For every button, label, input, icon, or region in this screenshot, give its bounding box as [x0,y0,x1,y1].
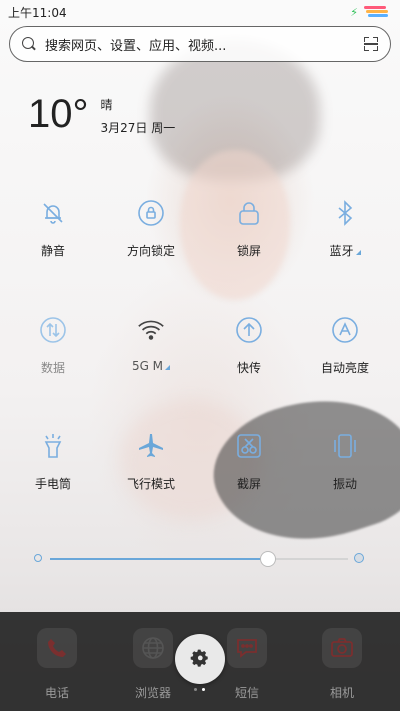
toggle-quick-transfer-label: 快传 [236,361,261,375]
quick-transfer-icon [234,315,264,345]
brightness-fill [50,558,268,560]
toggle-wifi[interactable]: 5G M [106,315,196,395]
toggle-auto-brightness-label: 自动亮度 [320,361,369,375]
toggle-vibrate[interactable]: 振动 [300,431,390,511]
status-indicators: ⚡ [350,4,392,20]
bell-off-icon [38,198,68,228]
toggle-airplane[interactable]: 飞行模式 [106,431,196,511]
rotation-lock-icon [136,198,166,228]
weather-info: 晴 3月27日 周一 [101,94,176,136]
dock-app-phone-label: 电话 [44,686,69,700]
page-dot [194,688,197,691]
toggle-silent-label: 静音 [40,244,65,258]
weather-widget[interactable]: 10° 晴 3月27日 周一 [28,94,175,136]
temperature: 10° [28,92,89,136]
status-bar: 上午11:04 ⚡ [0,0,400,24]
status-time: 上午11:04 [8,5,67,20]
toggle-flashlight[interactable]: 手电筒 [8,431,98,511]
page-dot-active [202,688,205,691]
browser-icon [133,628,173,668]
lock-icon [234,198,264,228]
brightness-slider[interactable] [34,550,364,570]
dock-app-camera-label: 相机 [329,686,354,700]
flashlight-icon [38,431,68,461]
settings-button[interactable] [175,634,225,684]
airplane-icon [136,431,166,461]
auto-brightness-icon [330,315,360,345]
toggle-quick-transfer[interactable]: 快传 [204,315,294,395]
brightness-high-icon [354,553,364,563]
toggle-vibrate-label: 振动 [332,477,357,491]
screenshot-icon [234,431,264,461]
toggle-auto-brightness[interactable]: 自动亮度 [300,315,390,395]
bluetooth-icon [330,198,360,228]
toggle-wifi-label: 5G M [132,359,171,373]
search-bar[interactable]: 搜索网页、设置、应用、视频... [9,26,391,62]
toggle-rotation-lock[interactable]: 方向锁定 [106,198,196,278]
camera-icon [322,628,362,668]
toggle-rotation-lock-label: 方向锁定 [126,244,175,258]
message-icon [227,628,267,668]
toggle-bluetooth[interactable]: 蓝牙 [300,198,390,278]
search-icon [22,37,36,51]
toggle-flashlight-label: 手电筒 [34,477,71,491]
brightness-low-icon [34,554,42,562]
gear-icon [190,649,208,667]
toggle-silent[interactable]: 静音 [8,198,98,278]
wifi-icon [136,315,166,345]
toggle-data-label: 数据 [40,361,65,375]
brightness-thumb[interactable] [259,551,276,567]
toggle-data[interactable]: 数据 [8,315,98,395]
charging-icon: ⚡ [350,5,358,19]
toggle-bluetooth-label: 蓝牙 [329,242,361,259]
dock-app-camera[interactable]: 相机 [302,628,382,701]
dock-app-phone[interactable]: 电话 [17,628,97,701]
toggle-airplane-label: 飞行模式 [126,477,175,491]
scan-icon[interactable] [364,37,378,51]
dock-app-browser-label: 浏览器 [134,686,171,700]
toggle-screenshot-label: 截屏 [236,477,261,491]
brightness-track[interactable] [50,551,348,567]
toggle-lock-screen[interactable]: 锁屏 [204,198,294,278]
page-indicator [194,688,205,691]
dock-app-message-label: 短信 [234,686,259,700]
search-input[interactable]: 搜索网页、设置、应用、视频... [45,35,364,54]
weather-condition: 晴 [100,98,113,112]
unicorn-battery-icon [362,4,392,20]
vibrate-icon [330,431,360,461]
toggle-screenshot[interactable]: 截屏 [204,431,294,511]
weather-date: 3月27日 周一 [100,121,176,135]
data-icon [38,315,68,345]
phone-icon [37,628,77,668]
toggle-lock-screen-label: 锁屏 [236,244,261,258]
